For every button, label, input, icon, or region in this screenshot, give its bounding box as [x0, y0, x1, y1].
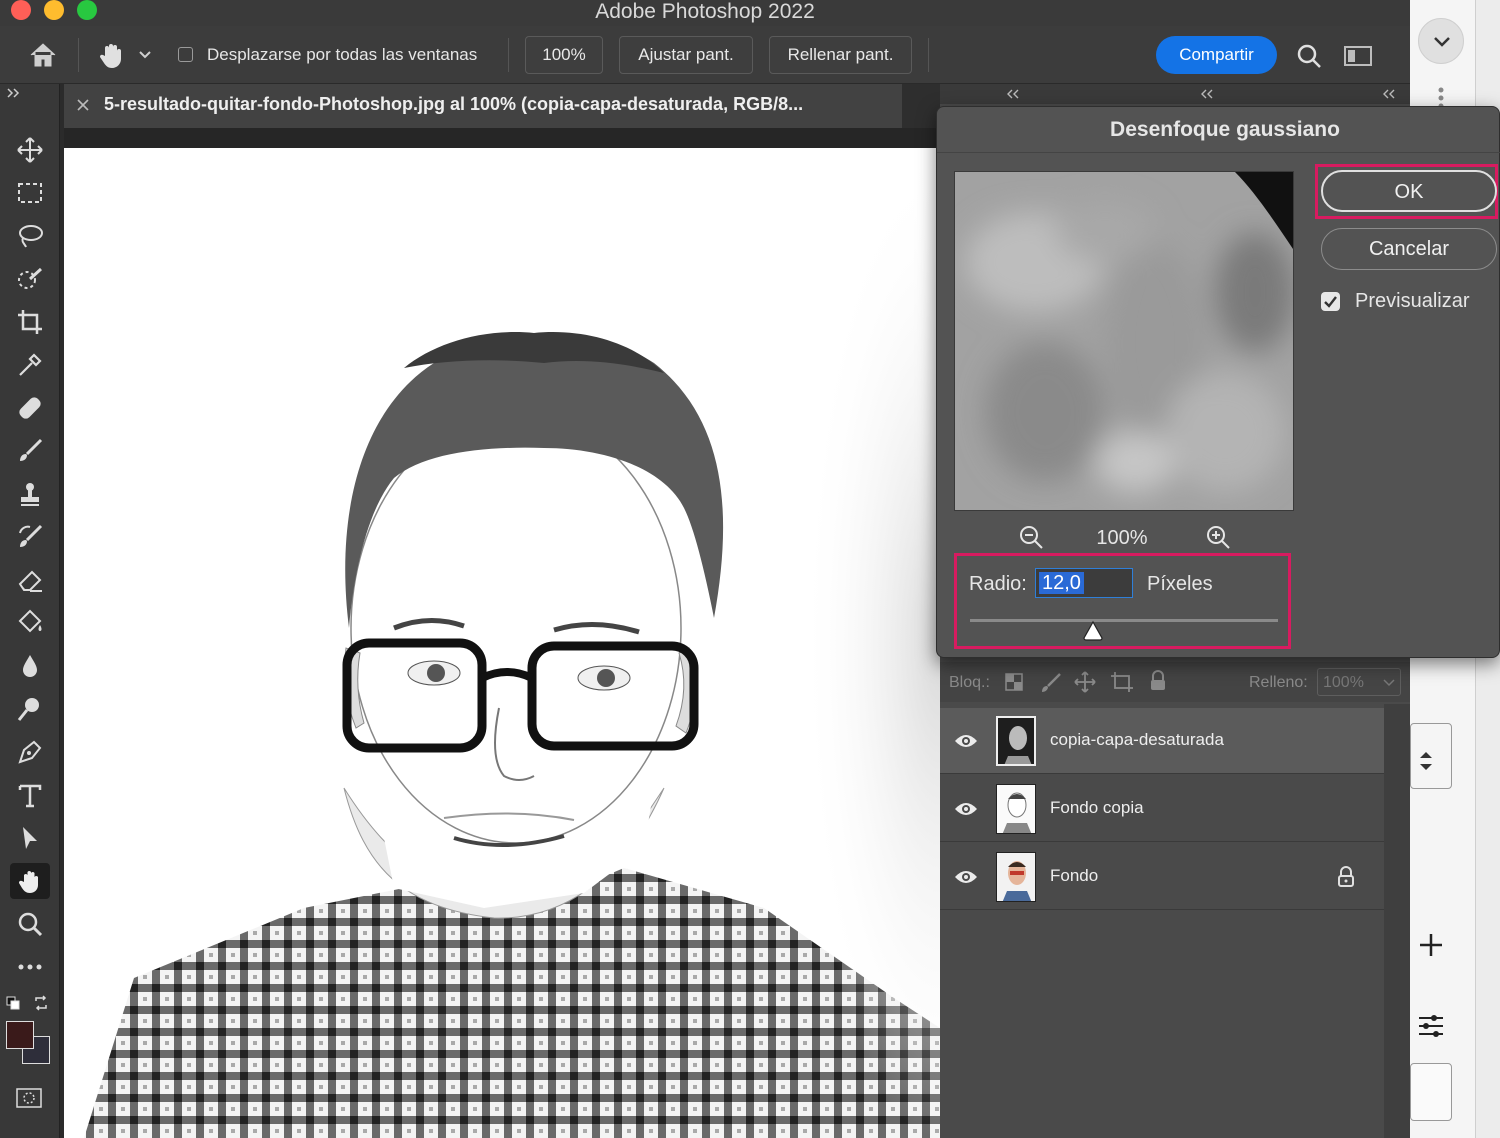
- radius-slider-track[interactable]: [970, 619, 1278, 622]
- eraser-tool-icon[interactable]: [10, 562, 50, 598]
- swap-colors-icon[interactable]: [33, 995, 49, 1011]
- lock-all-icon[interactable]: [1148, 670, 1168, 692]
- visibility-eye-icon[interactable]: [954, 800, 978, 818]
- zoom-out-icon[interactable]: [1018, 524, 1044, 550]
- document-tab-bar: 5-resultado-quitar-fondo-Photoshop.jpg a…: [64, 84, 940, 128]
- crop-tool-icon[interactable]: [10, 304, 50, 340]
- search-icon[interactable]: [1295, 42, 1323, 70]
- preview-label: Previsualizar: [1355, 290, 1470, 312]
- marquee-tool-icon[interactable]: [10, 175, 50, 211]
- layer-name: copia-capa-desaturada: [1050, 730, 1224, 749]
- layers-empty-area: [940, 912, 1384, 1138]
- stepper-control[interactable]: [1410, 723, 1452, 789]
- path-selection-tool-icon[interactable]: [10, 820, 50, 856]
- document-canvas[interactable]: [64, 148, 940, 1138]
- panel-tab-strip: [940, 84, 1410, 104]
- workspace-icon[interactable]: [1343, 44, 1373, 68]
- chevron-down-icon[interactable]: [138, 48, 152, 60]
- dialog-header: Desenfoque gaussiano: [937, 107, 1500, 153]
- zoom-100-button[interactable]: 100%: [525, 36, 603, 74]
- pen-tool-icon[interactable]: [10, 734, 50, 770]
- canvas-area: [64, 128, 940, 1138]
- move-tool-icon[interactable]: [10, 132, 50, 168]
- hand-tool-icon[interactable]: [10, 863, 50, 899]
- type-tool-icon[interactable]: [10, 777, 50, 813]
- preview-checkbox[interactable]: [1321, 292, 1340, 311]
- title-bar: Adobe Photoshop 2022: [0, 0, 1410, 26]
- more-tools-icon[interactable]: [10, 949, 50, 985]
- lock-artboard-icon[interactable]: [1110, 671, 1134, 693]
- visibility-eye-icon[interactable]: [954, 732, 978, 750]
- blank-swatch: [1410, 1063, 1452, 1121]
- zoom-tool-icon[interactable]: [10, 906, 50, 942]
- lock-label: Bloq.:: [949, 674, 990, 691]
- portrait-image: [64, 148, 940, 1138]
- quick-mask-icon[interactable]: [15, 1086, 43, 1110]
- home-icon[interactable]: [28, 42, 58, 68]
- blur-preview[interactable]: [954, 171, 1294, 511]
- layer-lock-icon: [1337, 866, 1355, 888]
- eyedropper-tool-icon[interactable]: [10, 347, 50, 383]
- lock-position-icon[interactable]: [1074, 671, 1096, 693]
- layer-row[interactable]: Fondo: [940, 844, 1384, 910]
- gaussian-blur-dialog: Desenfoque gaussiano 100% Radio: 12,0 Pí…: [936, 106, 1500, 658]
- document-tab[interactable]: 5-resultado-quitar-fondo-Photoshop.jpg a…: [64, 84, 902, 128]
- radius-label: Radio:: [969, 573, 1027, 595]
- hand-tool-preset-icon[interactable]: [96, 40, 126, 70]
- fill-screen-button[interactable]: Rellenar pant.: [769, 36, 912, 74]
- tools-panel: [0, 84, 60, 1138]
- zoom-in-icon[interactable]: [1205, 524, 1231, 550]
- adjustments-icon[interactable]: [1416, 1010, 1446, 1040]
- radius-input[interactable]: 12,0: [1035, 568, 1133, 598]
- panel-divider: [1384, 704, 1410, 1138]
- fill-label: Relleno:: [1249, 674, 1308, 691]
- healing-brush-tool-icon[interactable]: [10, 390, 50, 426]
- app-title: Adobe Photoshop 2022: [595, 0, 815, 23]
- cancel-button[interactable]: Cancelar: [1321, 228, 1497, 270]
- fit-screen-button[interactable]: Ajustar pant.: [619, 36, 753, 74]
- layer-row[interactable]: copia-capa-desaturada: [940, 708, 1384, 774]
- layers-lock-bar: Bloq.: Relleno: 100%: [940, 662, 1410, 702]
- scroll-all-checkbox[interactable]: [178, 47, 193, 62]
- history-brush-tool-icon[interactable]: [10, 519, 50, 555]
- options-bar: Desplazarse por todas las ventanas 100% …: [0, 26, 1410, 84]
- close-tab-icon[interactable]: [76, 98, 90, 112]
- document-title: 5-resultado-quitar-fondo-Photoshop.jpg a…: [104, 94, 804, 114]
- lasso-tool-icon[interactable]: [10, 218, 50, 254]
- blur-tool-icon[interactable]: [10, 648, 50, 684]
- default-colors-icon[interactable]: [6, 996, 20, 1010]
- layer-thumbnail: [996, 716, 1036, 766]
- preview-zoom-level: 100%: [1096, 527, 1148, 549]
- layer-thumbnail: [996, 852, 1036, 902]
- expand-toolbar-icon[interactable]: [6, 86, 22, 98]
- layer-thumbnail: [996, 784, 1036, 834]
- layer-name: Fondo: [1050, 866, 1099, 885]
- radius-value: 12,0: [1039, 572, 1084, 594]
- dodge-tool-icon[interactable]: [10, 691, 50, 727]
- dialog-title: Desenfoque gaussiano: [1110, 118, 1340, 141]
- layer-row[interactable]: Fondo copia: [940, 776, 1384, 842]
- fill-value-field[interactable]: 100%: [1317, 668, 1401, 696]
- scroll-all-label: Desplazarse por todas las ventanas: [207, 45, 478, 64]
- collapse-chevron-button[interactable]: [1418, 18, 1464, 64]
- lock-pixels-icon[interactable]: [1040, 672, 1062, 694]
- clone-stamp-tool-icon[interactable]: [10, 476, 50, 512]
- brush-tool-icon[interactable]: [10, 433, 50, 469]
- paint-bucket-tool-icon[interactable]: [10, 605, 50, 641]
- lock-transparency-icon[interactable]: [1004, 672, 1024, 692]
- radius-unit: Píxeles: [1147, 573, 1213, 595]
- share-button[interactable]: Compartir: [1156, 36, 1277, 74]
- ok-button[interactable]: OK: [1321, 170, 1497, 212]
- visibility-eye-icon[interactable]: [954, 868, 978, 886]
- add-icon[interactable]: [1416, 930, 1446, 960]
- fill-value: 100%: [1323, 674, 1364, 691]
- quick-selection-tool-icon[interactable]: [10, 261, 50, 297]
- layer-name: Fondo copia: [1050, 798, 1144, 817]
- foreground-color-swatch[interactable]: [6, 1021, 34, 1049]
